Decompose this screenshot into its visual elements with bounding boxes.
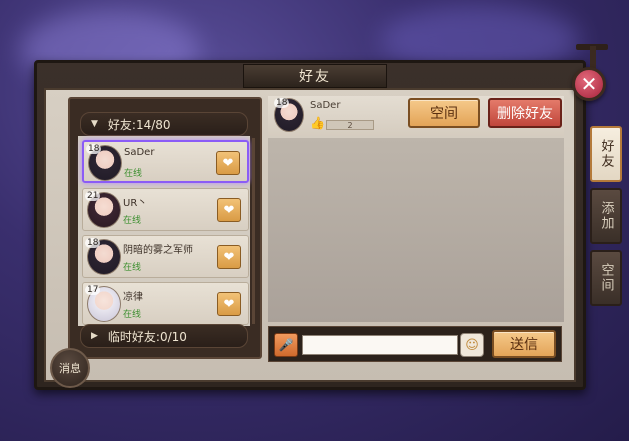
gift-button[interactable]: ❤ (216, 151, 240, 175)
friend-name: 凉律 (123, 292, 143, 303)
thumbs-up-icon: 👍 (310, 116, 325, 130)
list-scrollbar[interactable] (252, 138, 255, 324)
friend-name: SaDer (124, 147, 155, 158)
friend-name: UR丶 (123, 198, 148, 209)
gift-button[interactable]: ❤ (217, 245, 241, 269)
chat-input[interactable] (302, 335, 458, 355)
friend-list-item[interactable]: 18 阴暗的雾之军师 在线 ❤ (82, 235, 249, 278)
chat-message-area (268, 138, 564, 322)
friend-status: 在线 (124, 169, 143, 179)
emoji-icon: ☺ (465, 337, 479, 353)
chat-friend-name: SaDer (310, 100, 341, 111)
gift-button[interactable]: ❤ (217, 198, 241, 222)
level-badge: 21 (85, 191, 101, 201)
heart-gift-icon: ❤ (223, 296, 235, 312)
friend-status: 在线 (123, 310, 142, 320)
level-badge: 18 (85, 238, 101, 248)
heart-gift-icon: ❤ (222, 155, 234, 171)
level-badge: 18 (86, 144, 102, 154)
expand-triangle-icon: ▶ (91, 331, 98, 341)
friend-list-item[interactable]: 21 UR丶 在线 ❤ (82, 188, 249, 231)
heart-gift-icon: ❤ (223, 249, 235, 265)
space-button-label: 空间 (430, 106, 458, 122)
microphone-icon: 🎤 (278, 338, 294, 352)
delete-friend-label: 删除好友 (497, 106, 553, 122)
delete-friend-button[interactable]: 删除好友 (488, 98, 562, 128)
tab-space-label: 空间 (598, 263, 614, 293)
window-title: 好友 (243, 64, 387, 88)
close-button[interactable]: ✕ (572, 67, 606, 101)
heart-gift-icon: ❤ (223, 202, 235, 218)
voice-button[interactable]: 🎤 (274, 333, 298, 357)
space-button[interactable]: 空间 (408, 98, 480, 128)
temp-friend-group-header[interactable]: ▶ 临时好友:0/10 (80, 324, 248, 348)
send-button-label: 送信 (510, 337, 538, 353)
collapse-triangle-icon: ▼ (91, 119, 98, 129)
friend-list-item[interactable]: 17 凉律 在线 ❤ (82, 282, 249, 325)
send-button[interactable]: 送信 (492, 330, 556, 358)
level-badge: 17 (85, 285, 101, 295)
tab-friends-label: 好友 (598, 139, 614, 169)
like-count-value: 2 (347, 120, 353, 130)
friend-group-header[interactable]: ▼ 好友:14/80 (80, 112, 248, 136)
close-icon: ✕ (580, 72, 598, 96)
temp-friend-group-label: 临时好友:0/10 (107, 329, 187, 344)
friend-list-item[interactable]: 18 SaDer 在线 ❤ (82, 140, 249, 183)
like-count: 2 (326, 120, 374, 130)
messages-button[interactable]: 消息 (50, 348, 90, 388)
emoji-button[interactable]: ☺ (460, 333, 484, 357)
tab-add[interactable]: 添加 (590, 188, 622, 244)
friend-status: 在线 (123, 216, 142, 226)
messages-label: 消息 (59, 362, 81, 375)
tab-friends[interactable]: 好友 (590, 126, 622, 182)
gift-button[interactable]: ❤ (217, 292, 241, 316)
tab-add-label: 添加 (598, 201, 614, 231)
tab-space[interactable]: 空间 (590, 250, 622, 306)
level-badge: 18 (274, 98, 290, 108)
friend-name: 阴暗的雾之军师 (123, 245, 193, 256)
friend-status: 在线 (123, 263, 142, 273)
friend-group-label: 好友:14/80 (107, 117, 171, 132)
